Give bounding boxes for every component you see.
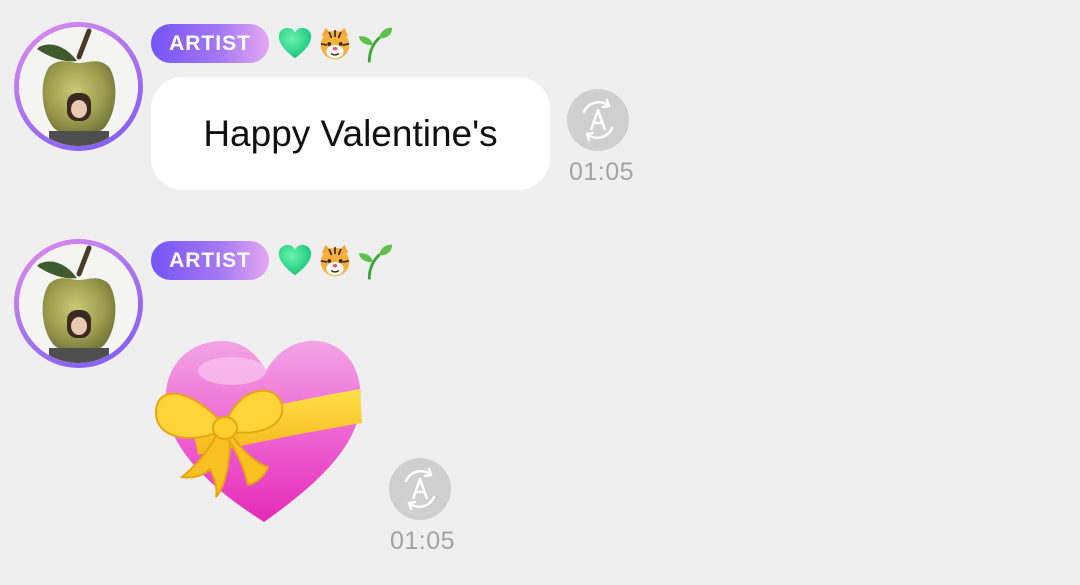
artist-badge: ARTIST [151,241,269,280]
translate-button[interactable] [389,458,451,520]
message-timestamp: 01:05 [390,527,456,555]
apple-costume-icon [19,27,138,146]
chat-message: ARTIST 01:05 [0,217,1080,585]
seedling-icon [358,244,393,280]
avatar-photo [19,244,138,363]
translate-button[interactable] [567,89,629,151]
artist-badge: ARTIST [151,24,269,63]
avatar[interactable] [14,22,143,151]
apple-costume-icon [19,244,138,363]
green-heart-icon [278,244,312,276]
heart-with-ribbon-icon [154,340,362,522]
message-timestamp: 01:05 [569,158,635,186]
tiger-face-icon [320,244,350,277]
sticker-message[interactable] [152,327,364,527]
green-heart-icon [278,27,312,59]
nickname-emojis [276,24,394,64]
translate-icon [582,98,614,142]
seedling-icon [358,27,393,63]
message-bubble[interactable]: Happy Valentine's [151,77,550,190]
nickname-emojis [276,241,394,281]
message-text: Happy Valentine's [203,112,498,154]
avatar[interactable] [14,239,143,368]
translate-icon [404,467,436,511]
chat-message: ARTIST Happy Valentine's 01:05 [0,0,1080,205]
tiger-face-icon [320,27,350,60]
avatar-photo [19,27,138,146]
